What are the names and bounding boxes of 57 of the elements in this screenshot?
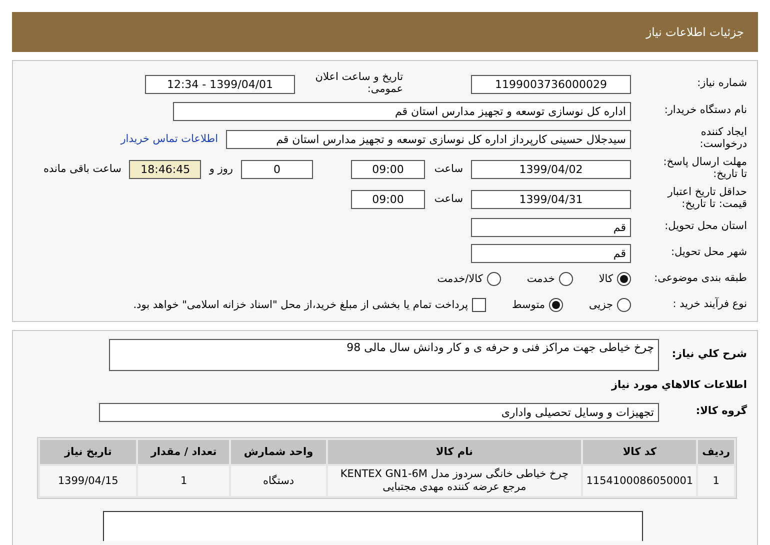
table-cell: 1399/04/15 xyxy=(40,466,136,496)
field-label: نام دستگاه خریدار: xyxy=(663,105,747,117)
need-number-field: 1199003736000029 xyxy=(471,74,631,94)
option-label: کالا xyxy=(598,273,613,285)
field-label: ساعت باقی مانده xyxy=(43,163,122,175)
goods-group-field: تجهیزات و وسایل تحصیلی واداری xyxy=(99,402,659,422)
radio-button[interactable] xyxy=(617,298,631,312)
table-cell: دستگاه xyxy=(231,466,326,496)
field-label: شرح کلي نیاز: xyxy=(670,349,747,361)
buyer-contact-link[interactable]: اطلاعات تماس خریدار xyxy=(120,133,218,145)
table-cell: 1154100086050001 xyxy=(583,466,696,496)
section-title: اطلاعات کالاهاي مورد نیاز xyxy=(610,380,747,392)
field-label: طبقه بندی موضوعی: xyxy=(653,273,747,285)
option-label: جزیی xyxy=(589,299,613,311)
remaining-time-field: 18:46:45 xyxy=(129,160,202,178)
field-label: ساعت xyxy=(433,193,463,205)
buyer-field: اداره کل نوسازی توسعه و تجهیز مدارس استان قم xyxy=(173,102,631,120)
creator-field: سیدجلال حسینی کارپرداز اداره کل نوسازی توسعه و تجهیز مدارس استان قم xyxy=(226,130,631,148)
column-header: کد کالا xyxy=(583,440,696,464)
field-label: حداقل تاریخ اعتبار قیمت: تا تاریخ: xyxy=(666,187,747,211)
field-label: ایجاد کننده درخواست: xyxy=(698,127,747,151)
field-label: ساعت xyxy=(433,163,463,175)
date-field: 1399/04/31 xyxy=(471,190,631,208)
table-cell: 1 xyxy=(138,466,230,496)
days-field: 0 xyxy=(241,160,313,178)
column-header: تعداد / مقدار xyxy=(138,440,230,464)
column-header: ردیف xyxy=(698,440,734,464)
column-header: نام کالا xyxy=(328,440,582,464)
option-label: پرداخت تمام یا بخشی از مبلغ خرید،از محل "اسناد خزانه اسلامی" خواهد بود. xyxy=(133,299,468,311)
field-label: شهر محل تحویل: xyxy=(670,247,747,259)
field-label: مهلت ارسال پاسخ: تا تاریخ: xyxy=(662,157,747,181)
option-label: کالا/خدمت xyxy=(437,273,483,285)
checkbox[interactable] xyxy=(472,298,486,312)
description-field: چرخ خیاطی جهت مراکز فنی و حرفه ی و کار ودانش سال مالی 98 xyxy=(109,339,659,371)
table-cell: 1 xyxy=(698,466,734,496)
time-field: 09:00 xyxy=(351,160,425,178)
radio-button[interactable] xyxy=(486,272,501,286)
radio-button[interactable] xyxy=(617,272,631,286)
radio-button[interactable] xyxy=(549,298,564,312)
field-label: تاریخ و ساعت اعلان عمومی: xyxy=(314,72,404,96)
city-field: قم xyxy=(471,244,631,262)
announce-date-field: 1399/04/01 - 12:34 xyxy=(145,74,295,94)
field-label: نوع فرآیند خرید : xyxy=(672,299,747,311)
page-header: جزئیات اطلاعات نیاز xyxy=(12,12,758,52)
column-header: واحد شمارش xyxy=(231,440,326,464)
field-label: روز و xyxy=(209,163,233,175)
radio-button[interactable] xyxy=(558,272,573,286)
time-field: 09:00 xyxy=(351,190,425,208)
field-label: استان محل تحویل: xyxy=(664,221,747,233)
column-header: تاریخ نیاز xyxy=(40,440,136,464)
field-label: شماره نیاز: xyxy=(696,78,747,90)
table-cell: چرخ خیاطی خانگی سردوز مدل KENTEX GN1-6M مرجع عرضه کننده مهدی مجتبایی xyxy=(328,466,582,496)
option-label: متوسط xyxy=(512,299,546,311)
option-label: خدمت xyxy=(526,273,555,285)
date-field: 1399/04/02 xyxy=(471,160,631,178)
field-label: گروه کالا: xyxy=(694,406,747,418)
province-field: قم xyxy=(471,218,631,236)
